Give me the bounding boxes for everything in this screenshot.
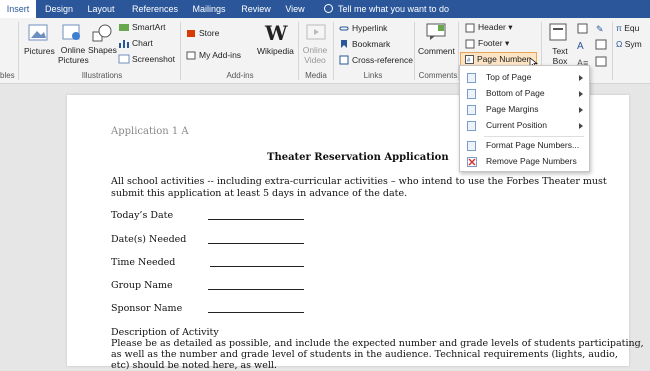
hyperlink-icon: [339, 26, 349, 31]
bookmark-button[interactable]: Bookmark: [352, 39, 390, 49]
online-video-icon[interactable]: [306, 24, 326, 40]
online-pictures-icon[interactable]: [62, 24, 82, 41]
field-blank-dates-needed[interactable]: [208, 243, 304, 244]
field-label-todays-date: Today’s Date: [111, 210, 174, 221]
svg-text:✎: ✎: [596, 24, 604, 34]
equation-button[interactable]: π Equ: [616, 23, 639, 33]
intro-line-2: submit this application at least 5 days …: [111, 188, 408, 199]
remove-icon: [467, 157, 477, 167]
submenu-arrow-icon: [579, 123, 583, 129]
menu-item-current-position[interactable]: Current Position: [460, 118, 589, 134]
field-label-time-needed: Time Needed: [111, 257, 176, 268]
symbol-button[interactable]: Ω Sym: [616, 39, 642, 49]
tab-layout[interactable]: Layout: [82, 0, 120, 18]
separator: [298, 22, 299, 80]
separator: [333, 22, 334, 80]
text-box-button[interactable]: Text Box: [549, 46, 571, 66]
current-position-icon: [467, 121, 476, 131]
smartart-button[interactable]: SmartArt: [132, 22, 166, 32]
group-label-links: Links: [363, 71, 383, 80]
page-margins-icon: [467, 105, 476, 115]
top-of-page-icon: [467, 73, 476, 83]
svg-text:A: A: [577, 41, 584, 52]
tab-insert[interactable]: Insert: [0, 0, 36, 18]
description-heading: Description of Activity: [111, 327, 219, 338]
page-number-dropdown: Top of Page Bottom of Page Page Margins …: [459, 65, 590, 172]
comment-button[interactable]: Comment: [418, 46, 455, 56]
page-number-icon: #: [465, 55, 474, 64]
bottom-of-page-icon: [467, 89, 476, 99]
tab-mailings[interactable]: Mailings: [188, 0, 230, 18]
header-icon: [465, 23, 475, 33]
text-box-icon[interactable]: [549, 23, 567, 41]
cross-reference-icon: [339, 55, 349, 65]
separator: [414, 22, 415, 80]
submenu-arrow-icon: [579, 91, 583, 97]
wikipedia-icon[interactable]: W: [265, 21, 287, 45]
document-header-text: Application 1 A: [111, 126, 189, 137]
separator: [612, 22, 613, 80]
intro-line-1: All school activities -- including extra…: [111, 176, 607, 187]
store-icon: [187, 30, 195, 37]
tab-review[interactable]: Review: [238, 0, 274, 18]
smartart-icon: [119, 24, 129, 31]
tell-me-box[interactable]: Tell me what you want to do: [324, 0, 449, 18]
menu-item-top-of-page[interactable]: Top of Page: [460, 70, 589, 86]
tab-view[interactable]: View: [280, 0, 310, 18]
field-blank-time-needed[interactable]: [210, 266, 304, 267]
group-label-addins: Add-ins: [226, 71, 254, 80]
menu-item-format-page-numbers[interactable]: Format Page Numbers...: [460, 138, 589, 154]
shapes-button[interactable]: Shapes: [88, 45, 117, 55]
format-page-numbers-icon: [467, 141, 476, 151]
submenu-arrow-icon: [579, 107, 583, 113]
comment-icon[interactable]: [426, 23, 446, 41]
tell-me-text: Tell me what you want to do: [338, 4, 450, 14]
menu-item-bottom-of-page[interactable]: Bottom of Page: [460, 86, 589, 102]
text-tools-icons[interactable]: ✎ A A≡: [576, 22, 612, 70]
footer-icon: [465, 39, 475, 49]
separator: [18, 22, 19, 80]
field-label-sponsor-name: Sponsor Name: [111, 303, 183, 314]
online-video-button[interactable]: Online Video: [300, 45, 330, 65]
field-blank-todays-date[interactable]: [208, 219, 304, 220]
field-label-group-name: Group Name: [111, 280, 173, 291]
menu-item-remove-page-numbers[interactable]: Remove Page Numbers: [460, 154, 589, 170]
hyperlink-button[interactable]: Hyperlink: [352, 23, 387, 33]
separator: [180, 22, 181, 80]
wikipedia-button[interactable]: Wikipedia: [257, 46, 294, 56]
group-label-illustrations: Illustrations: [81, 71, 123, 80]
screenshot-icon: [118, 54, 130, 64]
store-button[interactable]: Store: [199, 28, 219, 38]
header-button[interactable]: Header ▾: [478, 22, 513, 33]
tab-design[interactable]: Design: [40, 0, 78, 18]
group-label-tables: bles: [0, 71, 15, 80]
group-label-comments: Comments: [418, 71, 458, 80]
field-blank-group-name[interactable]: [208, 289, 304, 290]
group-label-media: Media: [305, 71, 327, 80]
pictures-icon[interactable]: [28, 24, 48, 41]
submenu-arrow-icon: [579, 75, 583, 81]
bookmark-icon: [341, 40, 347, 48]
cross-reference-button[interactable]: Cross-reference: [352, 55, 413, 65]
menu-item-page-margins[interactable]: Page Margins: [460, 102, 589, 118]
online-pictures-button[interactable]: Online Pictures: [58, 45, 89, 65]
my-addins-button[interactable]: My Add-ins: [199, 50, 241, 60]
footer-button[interactable]: Footer ▾: [478, 38, 509, 49]
description-line-2: as well as the number and grade level of…: [111, 349, 618, 360]
screenshot-button[interactable]: Screenshot: [132, 54, 175, 64]
field-blank-sponsor-name[interactable]: [208, 312, 304, 313]
description-line-1: Please be as detailed as possible, and i…: [111, 338, 644, 349]
chart-button[interactable]: Chart: [132, 38, 153, 48]
chart-icon: [119, 40, 129, 48]
document-title: Theater Reservation Application: [267, 152, 449, 163]
field-label-dates-needed: Date(s) Needed: [111, 234, 187, 245]
page-number-button[interactable]: # Page Number: [460, 52, 539, 69]
my-addins-icon: [186, 51, 196, 60]
pictures-button[interactable]: Pictures: [24, 46, 55, 56]
menu-separator: [484, 136, 584, 137]
shapes-icon[interactable]: [92, 24, 112, 42]
tab-references[interactable]: References: [126, 0, 184, 18]
lightbulb-icon: [324, 4, 333, 13]
ribbon-tab-bar: Insert Design Layout References Mailings…: [0, 0, 650, 18]
